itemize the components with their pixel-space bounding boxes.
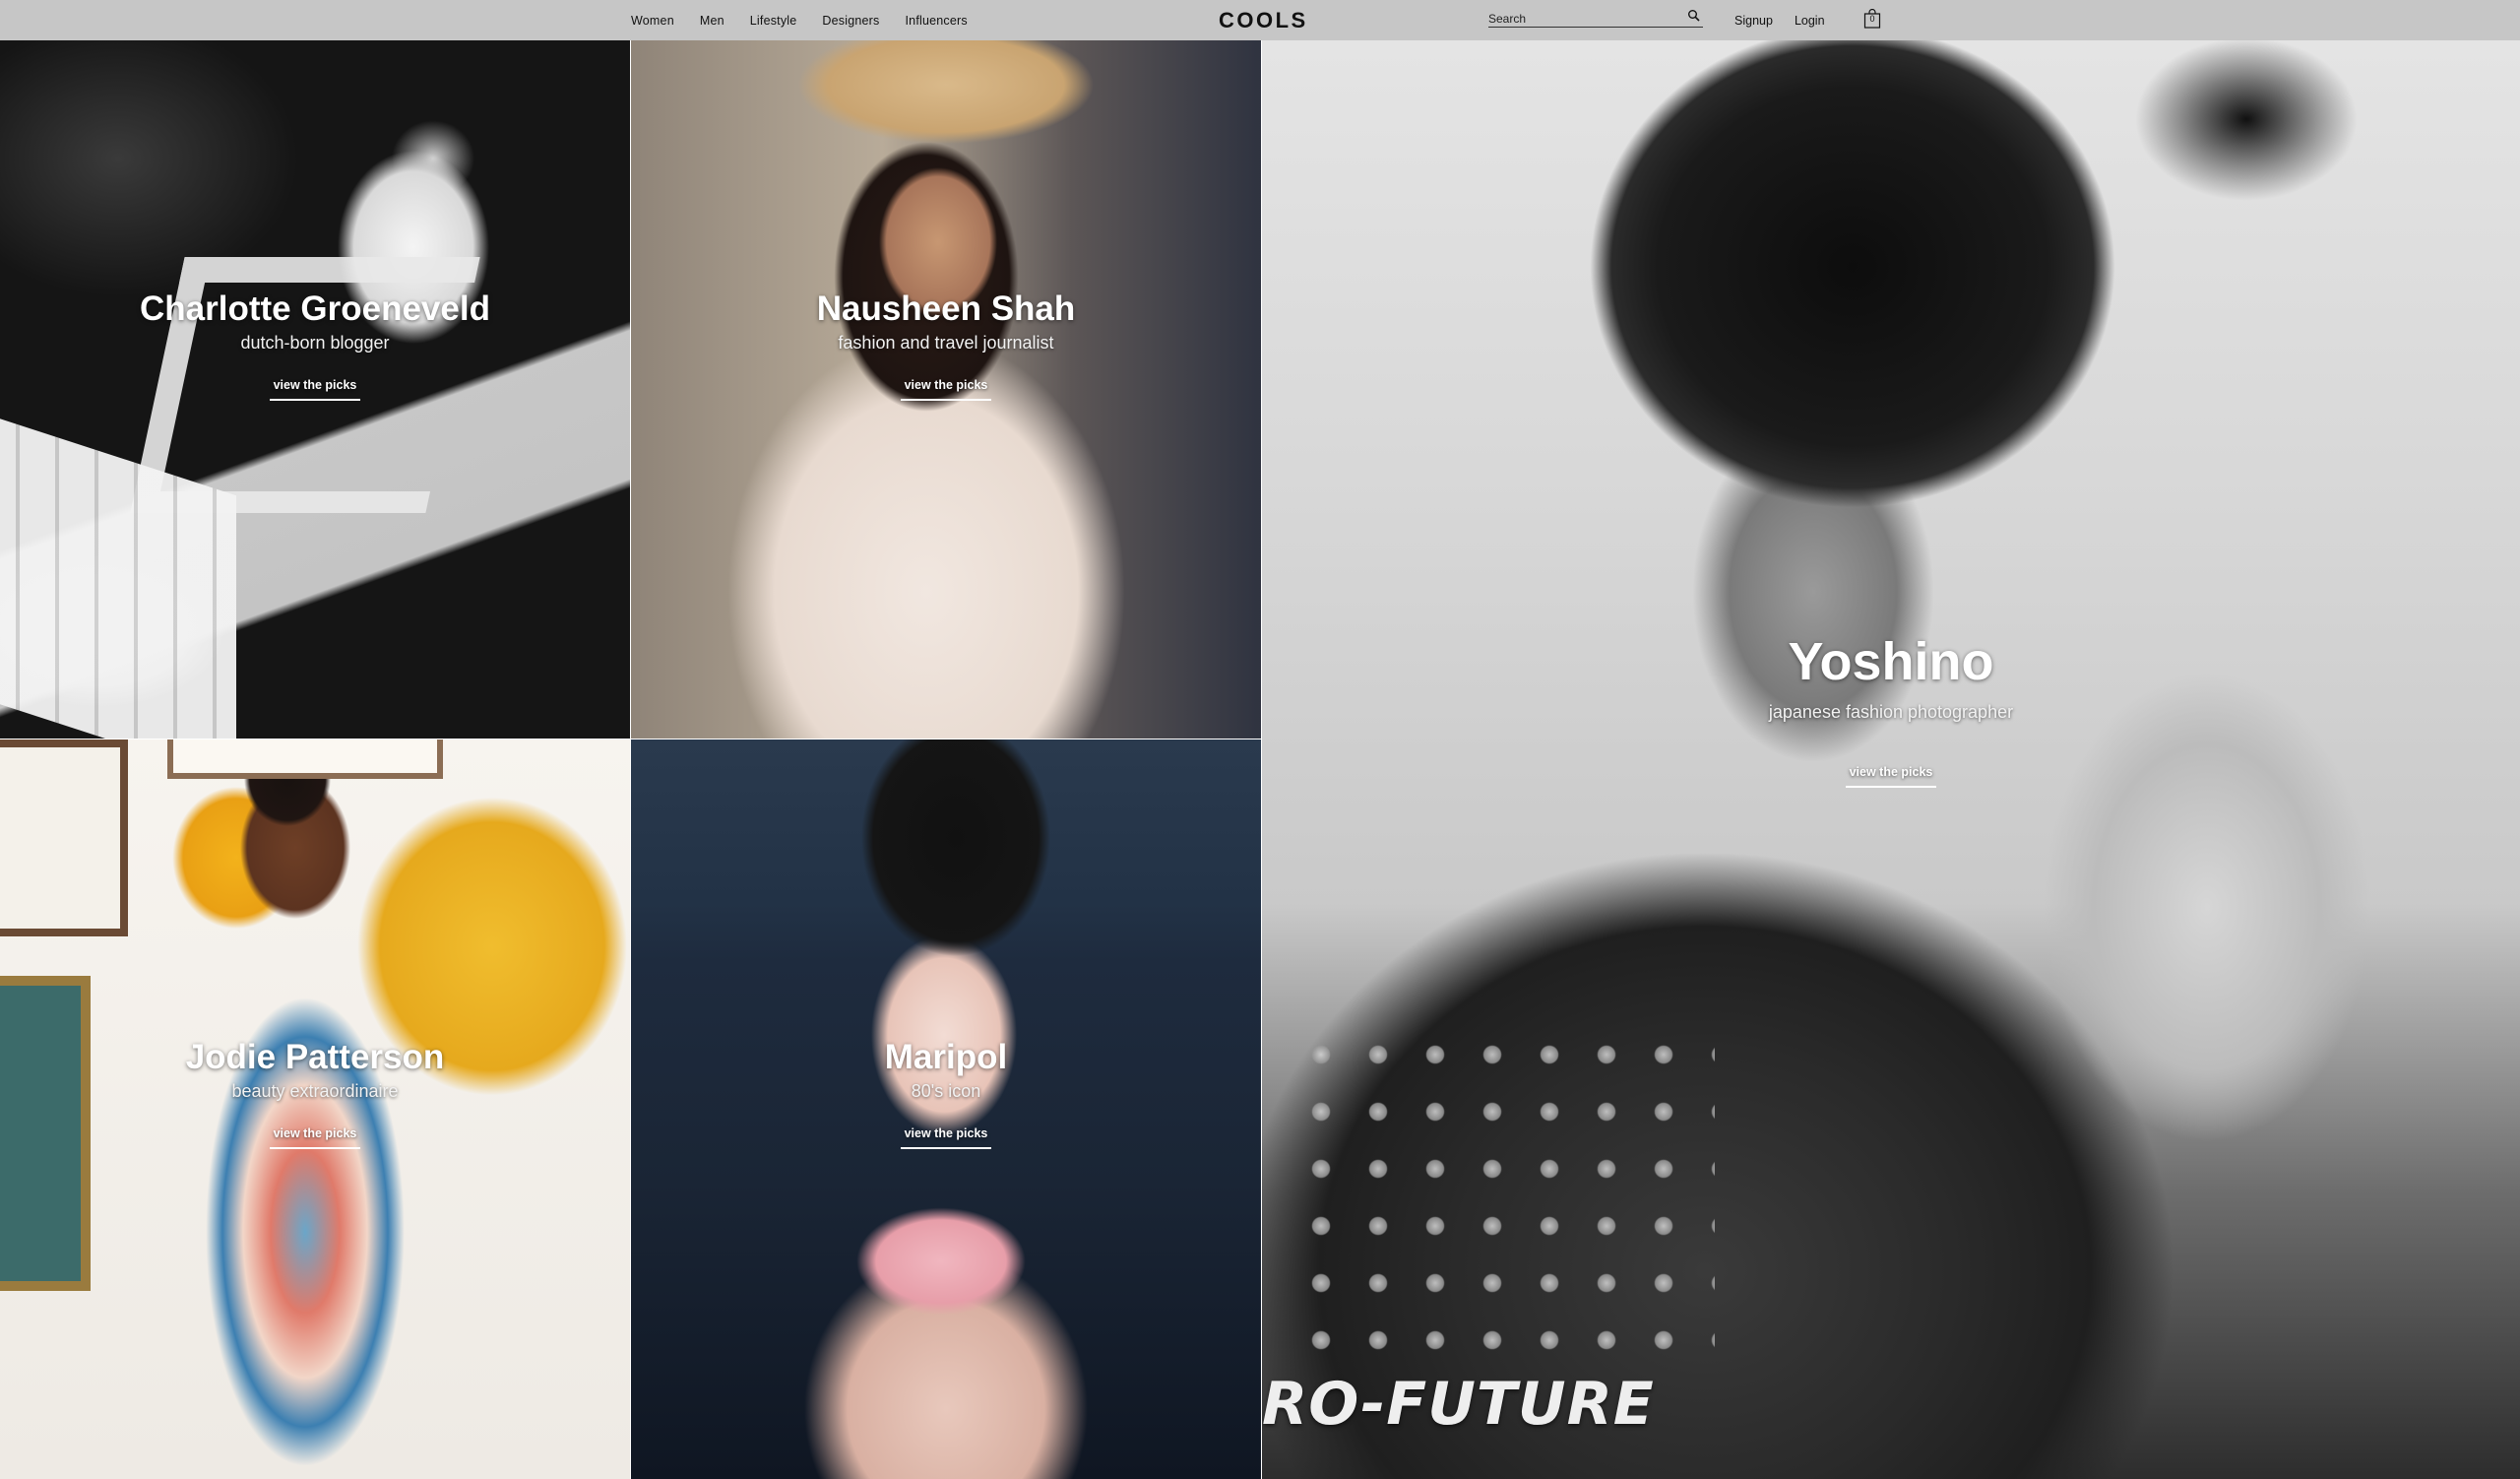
- card-caption: Maripol 80's icon view the picks: [631, 1038, 1261, 1149]
- influencer-name: Jodie Patterson: [185, 1038, 445, 1076]
- influencer-description: dutch-born blogger: [240, 333, 390, 353]
- influencer-description: japanese fashion photographer: [1768, 702, 2014, 722]
- nav-designers[interactable]: Designers: [822, 14, 879, 28]
- nav-men[interactable]: Men: [700, 14, 724, 28]
- nav-influencers[interactable]: Influencers: [906, 14, 968, 28]
- nav-women[interactable]: Women: [631, 14, 674, 28]
- influencer-description: beauty extraordinaire: [231, 1081, 399, 1101]
- card-caption: Charlotte Groeneveld dutch-born blogger …: [0, 289, 630, 401]
- influencer-card[interactable]: Jodie Patterson beauty extraordinaire vi…: [0, 740, 630, 1479]
- view-picks-link[interactable]: view the picks: [270, 1126, 360, 1149]
- influencer-card[interactable]: Charlotte Groeneveld dutch-born blogger …: [0, 40, 630, 739]
- signup-link[interactable]: Signup: [1734, 14, 1773, 28]
- jacket-lettering: RO-FUTURE: [1262, 1370, 1655, 1439]
- wall-frame: [167, 740, 443, 779]
- influencer-card[interactable]: Nausheen Shah fashion and travel journal…: [631, 40, 1261, 739]
- view-picks-link[interactable]: view the picks: [901, 1126, 991, 1149]
- influencer-description: 80's icon: [911, 1081, 981, 1101]
- card-caption: Yoshino japanese fashion photographer vi…: [1262, 631, 2520, 788]
- wall-frame: [0, 740, 128, 936]
- card-caption: Nausheen Shah fashion and travel journal…: [631, 289, 1261, 401]
- account-links: Signup Login: [1734, 0, 1847, 40]
- search-box: [1488, 8, 1703, 28]
- login-link[interactable]: Login: [1795, 14, 1825, 28]
- jacket-studs: [1301, 1035, 1715, 1360]
- top-nav-bar: Women Men Lifestyle Designers Influencer…: [0, 0, 2520, 40]
- search-input[interactable]: [1488, 10, 1675, 27]
- nav-lifestyle[interactable]: Lifestyle: [750, 14, 797, 28]
- influencer-name: Maripol: [884, 1038, 1008, 1076]
- view-picks-link[interactable]: view the picks: [1846, 765, 1936, 788]
- category-nav: Women Men Lifestyle Designers Influencer…: [631, 0, 993, 40]
- search-icon[interactable]: [1687, 9, 1701, 23]
- card-caption: Jodie Patterson beauty extraordinaire vi…: [0, 1038, 630, 1149]
- influencer-description: fashion and travel journalist: [838, 333, 1054, 353]
- cart-button[interactable]: 0: [1863, 8, 1881, 29]
- influencer-name: Nausheen Shah: [816, 289, 1076, 328]
- influencer-name: Yoshino: [1788, 632, 1994, 691]
- cart-count: 0: [1869, 14, 1875, 24]
- view-picks-link[interactable]: view the picks: [270, 378, 360, 401]
- featured-influencer-card[interactable]: RO-FUTURE Yoshino japanese fashion photo…: [1262, 40, 2520, 1479]
- influencer-name: Charlotte Groeneveld: [140, 289, 490, 328]
- influencer-card[interactable]: Maripol 80's icon view the picks: [631, 740, 1261, 1479]
- view-picks-link[interactable]: view the picks: [901, 378, 991, 401]
- site-logo[interactable]: COOLS: [1219, 0, 1308, 40]
